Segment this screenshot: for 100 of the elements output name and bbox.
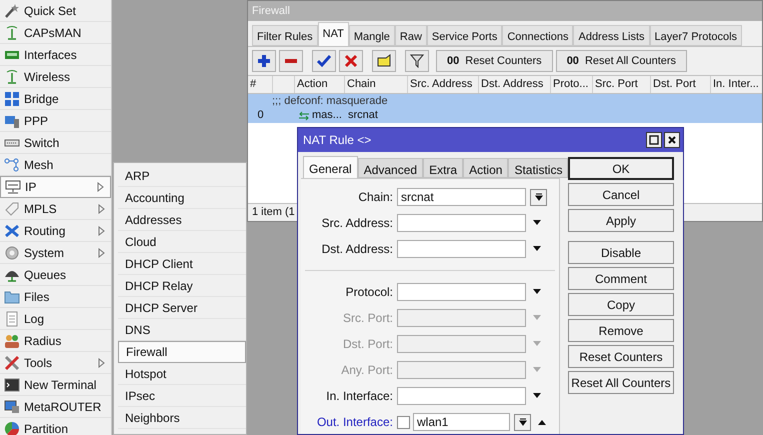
gear-icon <box>4 244 20 260</box>
column-header: Proto... <box>551 76 593 93</box>
pie-icon <box>4 420 20 435</box>
tag-icon <box>4 200 20 216</box>
tab[interactable]: Address Lists <box>573 25 650 46</box>
input-field[interactable] <box>397 214 526 232</box>
table-cell-text: mas... <box>312 108 342 124</box>
tab[interactable]: Filter Rules <box>252 25 318 46</box>
menu-item[interactable]: Addresses <box>118 209 246 231</box>
tools-icon <box>4 354 20 370</box>
down-triangle-icon <box>532 220 542 226</box>
menu-item[interactable]: CAPsMAN <box>0 22 111 44</box>
menu-item[interactable]: PPP <box>0 110 111 132</box>
menu-item[interactable]: Files <box>0 286 111 308</box>
field-label: Dst. Address: <box>320 241 394 258</box>
table-cell: srcnat <box>348 109 378 122</box>
note-button[interactable] <box>372 50 396 72</box>
comment-row[interactable]: ;;; defconf: masquerade <box>248 94 762 108</box>
field-label: Src. Address: <box>320 215 394 232</box>
menu-item[interactable]: Interfaces <box>0 44 111 66</box>
menu-item[interactable]: Quick Set <box>0 0 111 22</box>
menu-item[interactable]: Switch <box>0 132 111 154</box>
dialog-button[interactable]: Disable <box>568 241 674 264</box>
status-text: 1 item (1 <box>252 205 295 220</box>
menu-item[interactable]: Tools <box>0 352 111 374</box>
input-field[interactable]: srcnat <box>397 188 526 206</box>
dialog-button[interactable]: Remove <box>568 319 674 342</box>
tab[interactable]: Advanced <box>358 158 424 178</box>
menu-item[interactable]: DHCP Relay <box>118 275 246 297</box>
tab[interactable]: General <box>303 156 358 178</box>
dialog-button[interactable]: Comment <box>568 267 674 290</box>
menu-item[interactable]: New Terminal <box>0 374 111 396</box>
field-label: Protocol: <box>344 284 394 301</box>
dialog-button[interactable]: OK <box>568 157 674 180</box>
menu-item[interactable]: Queues <box>0 264 111 286</box>
menu-item[interactable]: Firewall <box>118 341 246 363</box>
menu-item[interactable]: Log <box>0 308 111 330</box>
filter-button[interactable] <box>405 50 429 72</box>
down-triangle-icon <box>532 315 542 321</box>
tab[interactable]: Service Ports <box>426 25 502 46</box>
menu-item[interactable]: Cloud <box>118 231 246 253</box>
wand-icon <box>4 2 20 18</box>
field-label: Out. Interface: <box>316 414 394 431</box>
menu-item[interactable]: Accounting <box>118 187 246 209</box>
dropdown-button[interactable] <box>514 414 531 430</box>
add-button[interactable] <box>252 50 276 72</box>
down-arrow-icon <box>534 193 542 201</box>
document-icon <box>4 310 20 326</box>
column-header: # <box>248 76 273 93</box>
tab[interactable]: Mangle <box>348 25 395 46</box>
maximize-button[interactable] <box>646 132 662 148</box>
column-header: Src. Address <box>408 76 479 93</box>
dialog-button[interactable]: Cancel <box>568 183 674 206</box>
reset-counters-button[interactable]: 00 Reset Counters <box>436 50 553 72</box>
submenu-arrow-icon <box>98 226 105 236</box>
tab[interactable]: Layer7 Protocols <box>650 25 742 46</box>
window-title: Firewall <box>252 4 290 19</box>
dialog-button[interactable]: Apply <box>568 209 674 232</box>
dialog-button[interactable]: Reset All Counters <box>568 371 674 394</box>
menu-item[interactable]: Routing <box>0 220 111 242</box>
cross-button[interactable] <box>339 50 363 72</box>
tab[interactable]: Raw <box>394 25 427 46</box>
checkbox[interactable] <box>397 416 410 428</box>
input-field[interactable]: wlan1 <box>413 413 510 431</box>
menu-item[interactable]: System <box>0 242 111 264</box>
reset-counters-button[interactable]: 00 Reset All Counters <box>556 50 688 72</box>
dialog-button[interactable]: Reset Counters <box>568 345 674 368</box>
tab[interactable]: Connections <box>502 25 574 46</box>
menu-item[interactable]: DHCP Server <box>118 297 246 319</box>
input-field[interactable] <box>397 283 526 301</box>
menu-item[interactable]: Bridge <box>0 88 111 110</box>
tab[interactable]: Extra <box>423 158 464 178</box>
menu-item[interactable]: Wireless <box>0 66 111 88</box>
menu-item[interactable]: Partition <box>0 418 111 435</box>
menu-item[interactable]: MPLS <box>0 198 111 220</box>
menu-item[interactable]: Hotspot <box>118 363 246 385</box>
menu-item[interactable]: IP <box>0 176 111 198</box>
up-triangle-icon <box>537 419 547 425</box>
close-button[interactable] <box>664 132 680 148</box>
tab[interactable]: Statistics <box>508 158 568 178</box>
menu-item[interactable]: MetaROUTER <box>0 396 111 418</box>
check-icon <box>317 54 331 68</box>
menu-item[interactable]: IPsec <box>118 385 246 407</box>
dialog-button[interactable]: Copy <box>568 293 674 316</box>
menu-item[interactable]: DHCP Client <box>118 253 246 275</box>
cross-icon <box>344 54 358 68</box>
input-field[interactable] <box>397 387 526 405</box>
menu-item[interactable]: ARP <box>118 165 246 187</box>
dialog-title: NAT Rule <> <box>303 132 372 149</box>
input-field[interactable] <box>397 240 526 258</box>
menu-item[interactable]: Neighbors <box>118 407 246 429</box>
menu-item[interactable]: Radius <box>0 330 111 352</box>
down-triangle-icon <box>532 393 542 399</box>
dropdown-button[interactable] <box>530 188 547 206</box>
add-icon <box>257 54 271 68</box>
tab[interactable]: Action <box>463 158 508 178</box>
check-button[interactable] <box>312 50 336 72</box>
tab[interactable]: NAT <box>318 22 349 46</box>
column-header: Src. Port <box>593 76 651 93</box>
remove-button[interactable] <box>279 50 303 72</box>
